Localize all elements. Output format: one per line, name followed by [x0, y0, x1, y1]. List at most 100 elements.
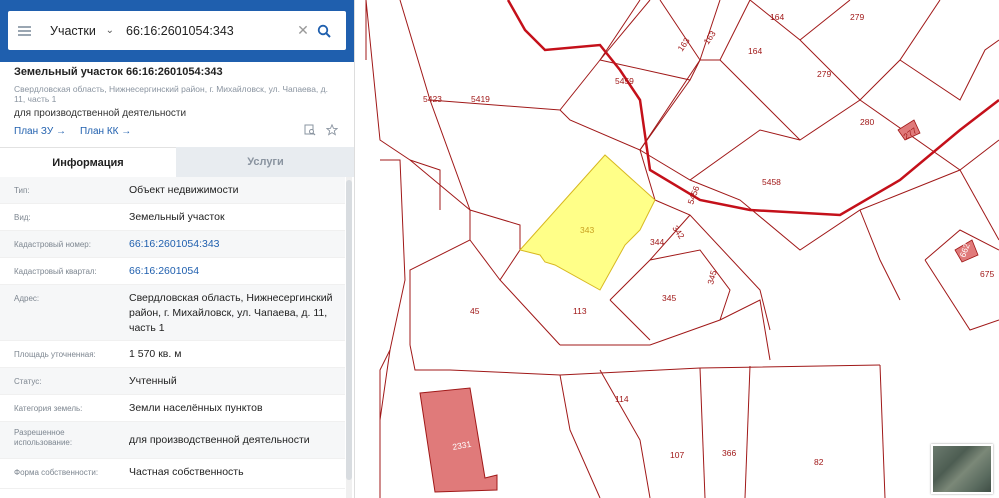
search-icon[interactable] [312, 19, 336, 43]
parcel-edge [599, 369, 651, 498]
parcel-label[interactable]: 279 [850, 12, 864, 22]
cadastral-quarter-link[interactable]: 66:16:2601054 [129, 264, 344, 279]
parcel-edge [859, 99, 999, 171]
table-row: Тип: Объект недвижимости [0, 177, 345, 204]
row-label: Кадастровый квартал: [14, 267, 97, 276]
row-value: Земли населённых пунктов [129, 402, 263, 414]
menu-button[interactable] [8, 11, 40, 50]
object-purpose: для производственной деятельности [14, 108, 187, 119]
layer-select-value: Участки [50, 23, 96, 38]
parcel-label[interactable]: 345 [662, 293, 676, 303]
table-row: Форма собственности: Частная собственнос… [0, 459, 345, 489]
parcel-label[interactable]: 5458 [762, 177, 781, 187]
row-value: для производственной деятельности [129, 434, 310, 446]
parcel-label[interactable]: 366 [722, 448, 736, 458]
parcel-label-selected[interactable]: 343 [580, 225, 594, 235]
parcel-edge [560, 299, 771, 361]
tab-information[interactable]: Информация [0, 147, 176, 177]
table-row: Статус: Учтенный [0, 368, 345, 395]
row-label: Категория земель: [14, 404, 83, 413]
parcel-edge [469, 239, 501, 281]
object-tools [304, 124, 338, 136]
tab-services[interactable]: Услуги [176, 147, 354, 177]
row-label: Площадь уточненная: [14, 350, 96, 359]
parcel-label[interactable]: 164 [748, 46, 762, 56]
parcel-edge [399, 0, 471, 211]
parcel-edge [744, 365, 751, 498]
table-row: Кадастровый номер: 66:16:2601054:343 [0, 231, 345, 258]
parcel-label[interactable]: 279 [817, 69, 831, 79]
row-label: Форма собственности: [14, 468, 99, 477]
parcel-label[interactable]: 342 [670, 223, 686, 241]
plan-zu-link[interactable]: План ЗУ → [14, 126, 66, 137]
parcel-label[interactable]: 45 [470, 306, 480, 316]
parcel-label[interactable]: 5459 [615, 76, 634, 86]
object-info-panel: Участки ⌄ ✕ Земельный участок 66:16:2601… [0, 0, 355, 498]
row-value: Частная собственность [129, 466, 244, 478]
row-label: Статус: [14, 377, 42, 386]
row-value: Учтенный [129, 375, 177, 387]
collapse-panel-button[interactable]: ‹ [352, 22, 366, 40]
parcel-label[interactable]: 114 [615, 394, 629, 404]
star-icon[interactable] [326, 124, 338, 136]
row-value: Земельный участок [129, 211, 225, 223]
parcel-label[interactable]: 82 [814, 457, 824, 467]
parcel-edge [649, 249, 731, 321]
parcel-label[interactable]: 675 [980, 269, 994, 279]
parcel-label[interactable]: 5456 [685, 184, 701, 205]
parcel-edge [879, 364, 886, 498]
parcel-edge [654, 199, 771, 331]
scrollbar-thumb[interactable] [346, 180, 352, 480]
parcel-label[interactable]: 5419 [471, 94, 490, 104]
clear-icon[interactable]: ✕ [294, 22, 312, 39]
parcel-label[interactable]: 163 [675, 36, 691, 54]
row-value: Объект недвижимости [129, 184, 239, 196]
basemap-switcher[interactable] [931, 444, 993, 494]
table-row: Кадастровый квартал: 66:16:2601054 [0, 258, 345, 285]
parcel-label[interactable]: 5423 [423, 94, 442, 104]
parcel-edge [859, 209, 901, 301]
row-label: Адрес: [14, 294, 40, 303]
object-address: Свердловская область, Нижнесергинский ра… [14, 84, 328, 104]
object-title: Земельный участок 66:16:2601054:343 [14, 66, 223, 78]
row-label: Тип: [14, 186, 30, 195]
plan-links: План ЗУ → План КК → [14, 126, 131, 137]
parcel-label[interactable]: 345 [705, 269, 718, 286]
parcel-edge [469, 209, 521, 250]
search-document-icon[interactable] [304, 124, 316, 136]
parcel-label[interactable]: 163 [701, 29, 717, 47]
parcel-label[interactable]: 107 [670, 450, 684, 460]
parcel-edge [379, 159, 406, 498]
parcel-edge [409, 344, 561, 376]
parcel-label[interactable]: 344 [650, 237, 664, 247]
parcel-label[interactable]: 280 [860, 117, 874, 127]
parcel-edge [749, 0, 861, 101]
parcel-edge [559, 374, 601, 498]
selected-parcel-343[interactable] [519, 154, 656, 291]
parcel-edge [639, 59, 801, 181]
search-input[interactable] [126, 23, 294, 38]
parcel-edge [409, 210, 471, 345]
parcel-label[interactable]: 113 [573, 306, 587, 316]
row-label: Разрешенное использование: [14, 428, 73, 447]
parcel-edge [559, 364, 881, 376]
property-table: Тип: Объект недвижимости Вид: Земельный … [0, 177, 345, 489]
parcel-edge [559, 109, 641, 151]
parcel-edge [700, 0, 751, 61]
parcel-edge [609, 299, 651, 341]
parcel-edge [409, 159, 441, 210]
cadastral-number-link[interactable]: 66:16:2601054:343 [129, 237, 344, 252]
app-root: 164 279 163 163 164 279 5459 5423 5419 2… [0, 0, 999, 498]
parcel-edge [365, 0, 471, 211]
table-row: Адрес: Свердловская область, Нижнесергин… [0, 285, 345, 341]
parcel-label[interactable]: 164 [770, 12, 784, 22]
layer-select[interactable]: Участки ⌄ [40, 24, 118, 38]
search-header: Участки ⌄ ✕ [0, 0, 354, 62]
search-box: Участки ⌄ ✕ [8, 11, 346, 50]
row-value: Свердловская область, Нижнесергинский ра… [129, 292, 333, 334]
table-row: Площадь уточненная: 1 570 кв. м [0, 341, 345, 368]
chevron-down-icon: ⌄ [105, 25, 114, 36]
plan-kk-link[interactable]: План КК → [80, 126, 131, 137]
table-row: Разрешенное использование: для производс… [0, 422, 345, 459]
parcel-edge [699, 367, 706, 498]
